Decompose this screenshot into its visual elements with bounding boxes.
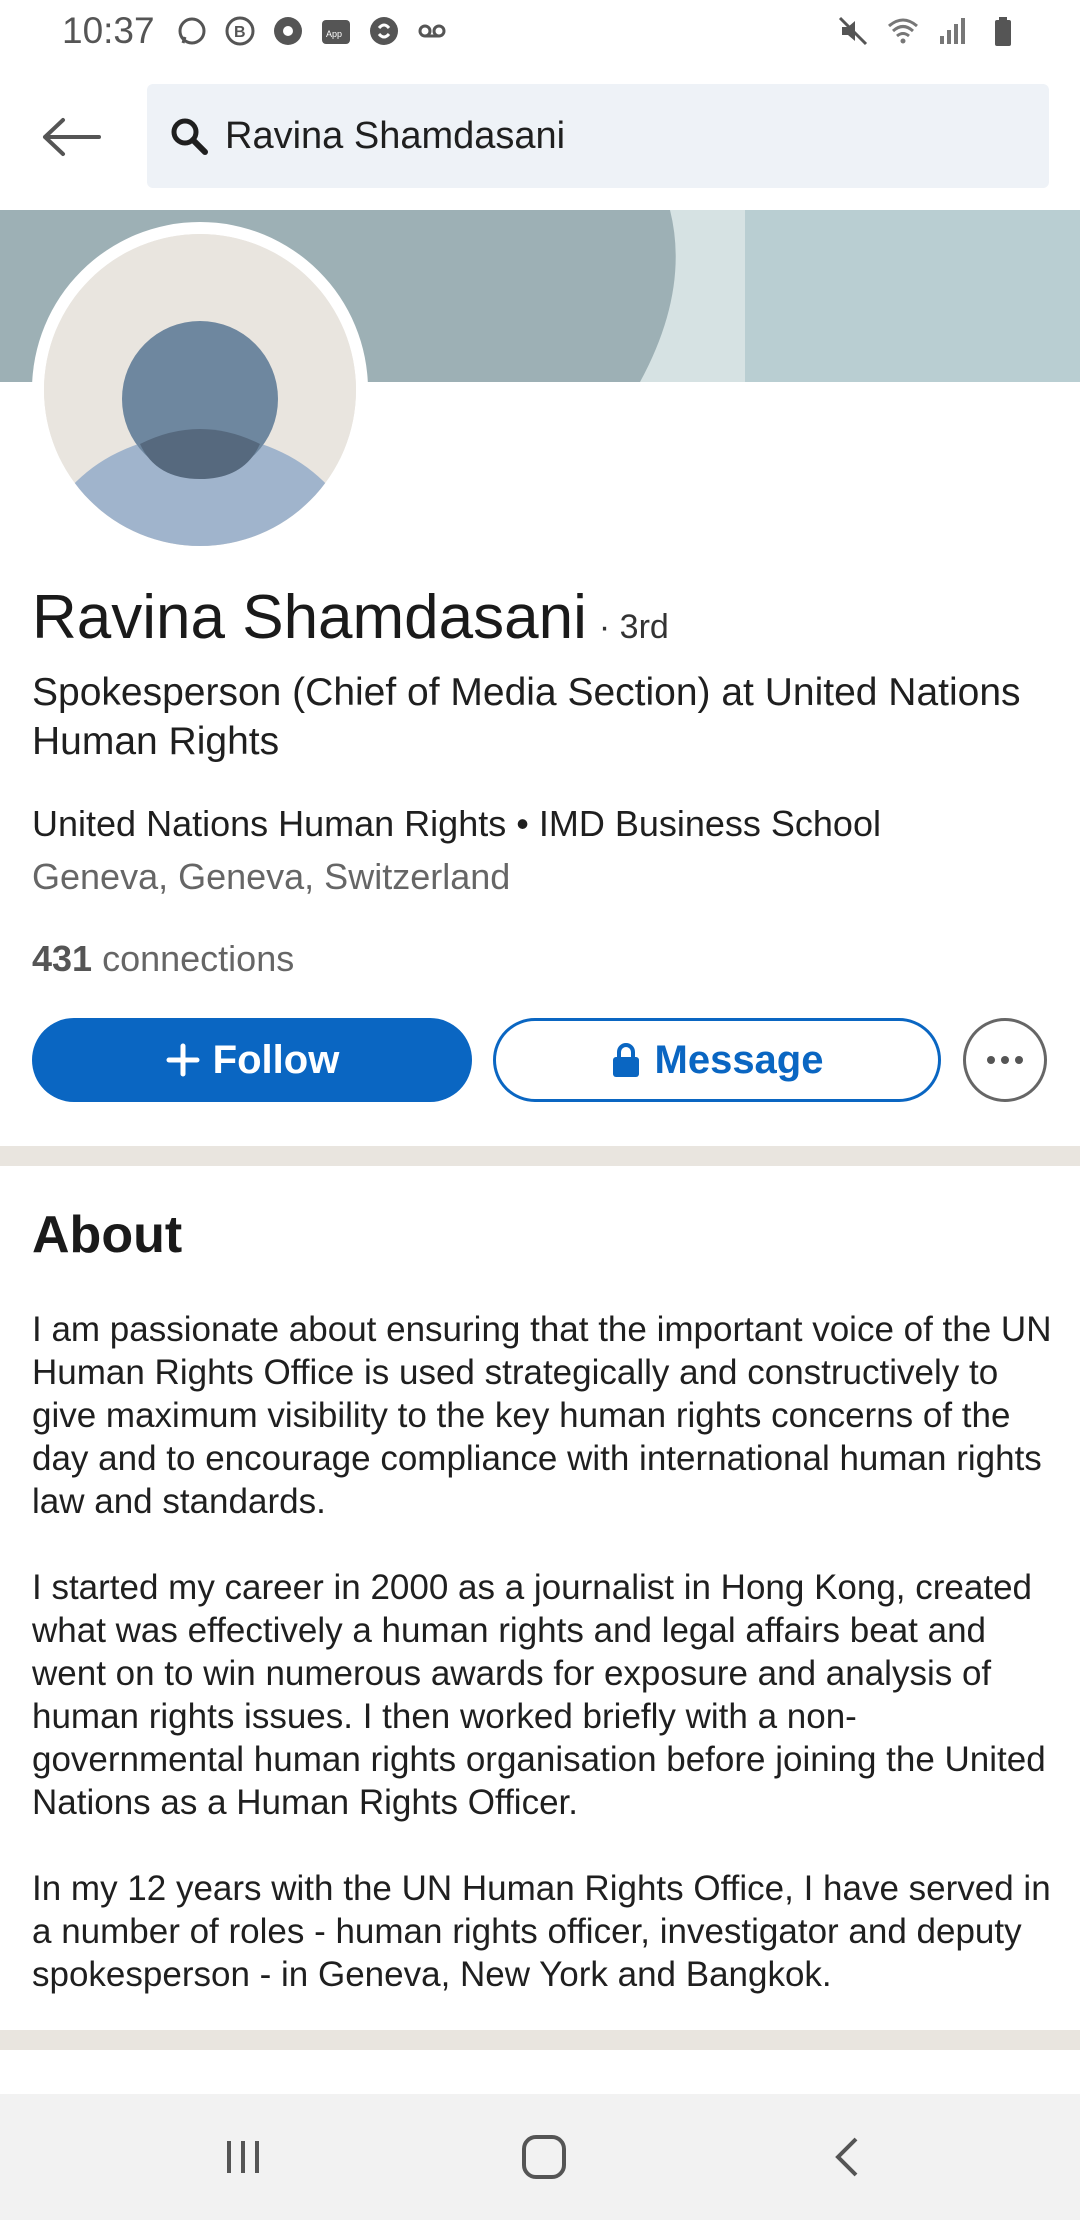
message-label: Message <box>654 1037 824 1082</box>
connections-count[interactable]: 431 connections <box>32 938 294 980</box>
profile-photo[interactable] <box>32 222 368 558</box>
arrow-left-icon <box>43 118 101 156</box>
avatar <box>44 234 356 546</box>
profile-headline: Spokesperson (Chief of Media Section) at… <box>32 671 1021 763</box>
battery-icon <box>995 17 1011 46</box>
name-row: Ravina Shamdasani · 3rd <box>32 582 669 653</box>
about-paragraph: I started my career in 2000 as a journal… <box>32 1568 1046 1822</box>
lock-icon <box>612 1043 639 1077</box>
status-bar: 10:37 B App <box>0 0 1080 62</box>
connections-label: connections <box>102 938 295 979</box>
app-icon: App <box>321 20 350 44</box>
home-icon <box>522 2135 566 2179</box>
top-bar: Ravina Shamdasani <box>0 62 1080 210</box>
system-back-button[interactable] <box>802 2122 892 2192</box>
profile-location: Geneva, Geneva, Switzerland <box>32 856 511 897</box>
home-button[interactable] <box>499 2122 589 2192</box>
profile-organizations[interactable]: United Nations Human Rights • IMD Busine… <box>32 803 881 845</box>
more-button[interactable] <box>963 1018 1047 1102</box>
b-app-icon: B <box>225 16 255 46</box>
mute-icon <box>838 16 868 46</box>
status-time: 10:37 <box>62 10 155 51</box>
about-paragraph: In my 12 years with the UN Human Rights … <box>32 1869 1051 1994</box>
plus-icon <box>166 1043 200 1077</box>
back-button[interactable] <box>30 102 114 172</box>
whatsapp-icon <box>178 17 206 45</box>
recent-apps-icon <box>227 2141 259 2173</box>
person-placeholder-icon <box>44 234 356 546</box>
profile-name: Ravina Shamdasani <box>32 583 587 652</box>
search-icon <box>171 118 208 155</box>
more-dots-icon <box>987 1056 1023 1064</box>
recent-apps-button[interactable] <box>198 2122 288 2192</box>
connections-number: 431 <box>32 938 93 979</box>
wifi-icon <box>888 18 918 44</box>
search-query: Ravina Shamdasani <box>225 114 566 157</box>
shazam-icon <box>369 17 398 45</box>
svg-text:App: App <box>326 29 342 39</box>
chevron-left-icon <box>835 2137 858 2177</box>
signal-icon <box>940 18 965 44</box>
about-text[interactable]: I am passionate about ensuring that the … <box>32 1308 1062 2039</box>
search-input[interactable]: Ravina Shamdasani <box>147 84 1049 188</box>
connection-degree: · 3rd <box>598 608 669 646</box>
follow-button[interactable]: Follow <box>32 1018 472 1102</box>
chrome-icon <box>273 17 302 45</box>
voicemail-icon <box>418 24 446 38</box>
follow-label: Follow <box>212 1037 340 1082</box>
message-button[interactable]: Message <box>493 1018 941 1102</box>
svg-text:B: B <box>234 24 246 41</box>
system-nav-bar <box>0 2094 1080 2220</box>
about-paragraph: I am passionate about ensuring that the … <box>32 1310 1052 1521</box>
section-divider <box>0 2030 1080 2050</box>
section-divider <box>0 1146 1080 1166</box>
about-heading: About <box>32 1206 183 1264</box>
